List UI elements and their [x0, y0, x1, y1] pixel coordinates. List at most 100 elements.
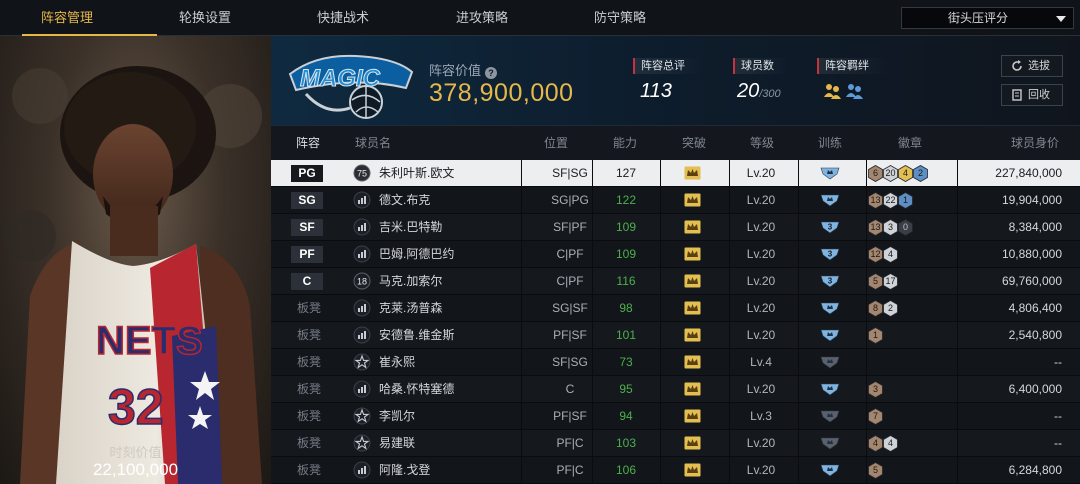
- team-logo: MAGIC: [288, 54, 414, 119]
- breakthrough-crown-icon[interactable]: [684, 247, 701, 261]
- table-row[interactable]: PF 巴姆.阿德巴约 C|PF 109 Lv.20 3 12 4 10,880,000: [271, 241, 1080, 268]
- col-training[interactable]: 训练: [818, 126, 842, 160]
- bond-icons[interactable]: [823, 82, 865, 105]
- training-level-icon[interactable]: [820, 409, 840, 423]
- recycle-icon: [1012, 89, 1022, 101]
- training-level-icon[interactable]: 3: [820, 247, 840, 261]
- col-breakthrough[interactable]: 突破: [682, 126, 706, 160]
- breakthrough-crown-icon[interactable]: [684, 193, 701, 207]
- table-row[interactable]: 板凳 克莱.汤普森 SG|SF 98 Lv.20 8 2 4,806,400: [271, 295, 1080, 322]
- slot-badge: SF: [291, 219, 323, 236]
- badge-hex-silver[interactable]: 4: [883, 435, 898, 452]
- breakthrough-crown-icon[interactable]: [684, 382, 701, 396]
- overall-value: 113: [640, 80, 672, 102]
- badge-hex-bronze[interactable]: 5: [868, 273, 883, 290]
- badge-count: 2: [887, 303, 893, 313]
- badge-hex-silver[interactable]: 22: [883, 192, 898, 209]
- col-player-name[interactable]: 球员名: [355, 126, 391, 160]
- help-icon[interactable]: ?: [485, 67, 498, 79]
- player-name[interactable]: 马克.加索尔: [379, 268, 442, 294]
- col-rating[interactable]: 能力: [613, 126, 637, 160]
- breakthrough-crown-icon[interactable]: [684, 409, 701, 423]
- player-level: Lv.20: [746, 436, 776, 450]
- tab-offense-strategy[interactable]: 进攻策略: [437, 0, 527, 36]
- badge-hex-silver[interactable]: 20: [883, 165, 898, 182]
- training-level-icon[interactable]: [820, 382, 840, 396]
- badge-hex-blue[interactable]: 2: [913, 165, 928, 182]
- player-name[interactable]: 吉米.巴特勒: [379, 214, 442, 240]
- training-level-icon[interactable]: [820, 436, 840, 450]
- table-row[interactable]: 板凳 哈桑.怀特塞德 C 95 Lv.20 3 6,400,000: [271, 376, 1080, 403]
- badge-hex-bronze[interactable]: 1: [868, 327, 883, 344]
- badge-hex-gold[interactable]: 4: [898, 165, 913, 182]
- training-level-icon[interactable]: [820, 166, 840, 180]
- tab-lineup-management[interactable]: 阵容管理: [22, 0, 157, 36]
- col-player-value[interactable]: 球员身价: [1011, 126, 1059, 160]
- badge-hex-bronze[interactable]: 6: [868, 165, 883, 182]
- badge-hex-blue[interactable]: 1: [898, 192, 913, 209]
- training-level-icon[interactable]: [820, 355, 840, 369]
- badge-hex-bronze[interactable]: 4: [868, 435, 883, 452]
- col-position[interactable]: 位置: [544, 126, 568, 160]
- badge-hex-bronze[interactable]: 7: [868, 408, 883, 425]
- breakthrough-crown-icon[interactable]: [684, 328, 701, 342]
- training-level-icon[interactable]: [820, 328, 840, 342]
- player-level: Lv.20: [746, 220, 776, 234]
- breakthrough-crown-icon[interactable]: [684, 463, 701, 477]
- badge-hex-silver[interactable]: 2: [883, 300, 898, 317]
- tab-rotation-settings[interactable]: 轮换设置: [160, 0, 250, 36]
- player-name[interactable]: 易建联: [379, 430, 415, 456]
- training-level-icon[interactable]: [820, 193, 840, 207]
- slot-bench-label: 板凳: [297, 382, 322, 396]
- breakthrough-crown-icon[interactable]: [684, 166, 701, 180]
- table-row[interactable]: SF 吉米.巴特勒 SF|PF 109 Lv.20 3 13 3 0 8,384,000: [271, 214, 1080, 241]
- badge-hex-bronze[interactable]: 3: [868, 381, 883, 398]
- badge-list: 6 20 4 2: [868, 165, 928, 182]
- breakthrough-crown-icon[interactable]: [684, 301, 701, 315]
- training-level-icon[interactable]: [820, 301, 840, 315]
- badge-hex-bronze[interactable]: 13: [868, 192, 883, 209]
- player-name[interactable]: 李凯尔: [379, 403, 415, 429]
- badge-hex-bronze[interactable]: 12: [868, 246, 883, 263]
- breakthrough-crown-icon[interactable]: [684, 274, 701, 288]
- table-row[interactable]: 板凳 李凯尔 PF|SF 94 Lv.3 7 --: [271, 403, 1080, 430]
- table-row[interactable]: 板凳 安德鲁.维金斯 PF|SF 101 Lv.20 1 2,540,800: [271, 322, 1080, 349]
- player-name[interactable]: 阿隆.戈登: [379, 457, 430, 483]
- training-level-icon[interactable]: 3: [820, 274, 840, 288]
- recycle-button[interactable]: 回收: [1001, 84, 1063, 106]
- badge-hex-dark[interactable]: 0: [898, 219, 913, 236]
- table-row[interactable]: 板凳 阿隆.戈登 PF|C 106 Lv.20 5 6,284,800: [271, 457, 1080, 484]
- select-button[interactable]: 选拔: [1001, 55, 1063, 77]
- breakthrough-crown-icon[interactable]: [684, 220, 701, 234]
- table-row[interactable]: PG 75 朱利叶斯.欧文 SF|SG 127 Lv.20 6 20 4 2 227,840,000: [271, 160, 1080, 187]
- training-level-icon[interactable]: 3: [820, 220, 840, 234]
- player-name[interactable]: 朱利叶斯.欧文: [379, 160, 454, 186]
- badge-hex-bronze[interactable]: 5: [868, 462, 883, 479]
- badge-hex-bronze[interactable]: 13: [868, 219, 883, 236]
- table-row[interactable]: 板凳 崔永熙 SF|SG 73 Lv.4 --: [271, 349, 1080, 376]
- tab-defense-strategy[interactable]: 防守策略: [575, 0, 665, 36]
- player-name[interactable]: 德文.布克: [379, 187, 430, 213]
- badge-hex-bronze[interactable]: 8: [868, 300, 883, 317]
- table-row[interactable]: C 18 马克.加索尔 C|PF 116 Lv.20 3 5 17 69,760,000: [271, 268, 1080, 295]
- col-badges[interactable]: 徽章: [898, 126, 922, 160]
- sort-select[interactable]: 街头压评分: [901, 7, 1074, 29]
- player-level: Lv.20: [746, 301, 776, 315]
- slot-badge: C: [291, 273, 323, 290]
- tab-quick-tactics[interactable]: 快捷战术: [298, 0, 388, 36]
- col-slot[interactable]: 阵容: [296, 126, 320, 160]
- table-row[interactable]: 板凳 易建联 PF|C 103 Lv.20 4 4 --: [271, 430, 1080, 457]
- player-name[interactable]: 克莱.汤普森: [379, 295, 442, 321]
- breakthrough-crown-icon[interactable]: [684, 436, 701, 450]
- training-level-icon[interactable]: [820, 463, 840, 477]
- player-name[interactable]: 哈桑.怀特塞德: [379, 376, 454, 402]
- table-row[interactable]: SG 德文.布克 SG|PG 122 Lv.20 13 22 1 19,904,000: [271, 187, 1080, 214]
- badge-hex-silver[interactable]: 4: [883, 246, 898, 263]
- player-name[interactable]: 巴姆.阿德巴约: [379, 241, 454, 267]
- player-name[interactable]: 崔永熙: [379, 349, 415, 375]
- player-name[interactable]: 安德鲁.维金斯: [379, 322, 454, 348]
- col-level[interactable]: 等级: [750, 126, 774, 160]
- badge-hex-silver[interactable]: 3: [883, 219, 898, 236]
- breakthrough-crown-icon[interactable]: [684, 355, 701, 369]
- badge-hex-silver[interactable]: 17: [883, 273, 898, 290]
